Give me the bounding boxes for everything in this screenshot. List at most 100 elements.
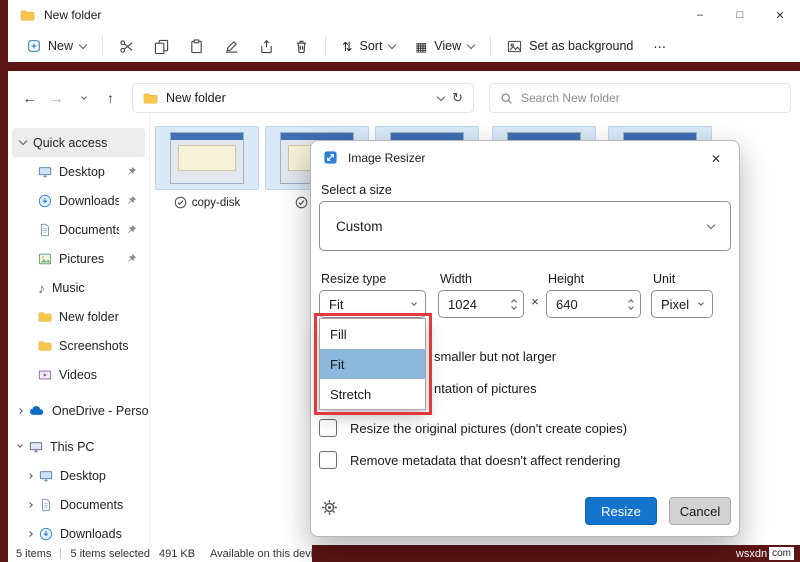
address-bar[interactable]: New folder ↻ — [132, 83, 474, 113]
file-explorer-window: New folder – □ ✕ New — [0, 0, 800, 562]
chevron-down-icon — [388, 40, 396, 48]
resize-type-select[interactable]: Fit — [319, 290, 426, 318]
toolbar-divider — [325, 36, 326, 56]
desktop-background-edge — [0, 0, 8, 562]
sidebar-item-this-pc[interactable]: This PC — [8, 432, 149, 461]
dialog-close-button[interactable]: ✕ — [701, 147, 731, 171]
view-grid-icon: ▦ — [415, 39, 427, 54]
stepper-down-icon[interactable] — [511, 304, 517, 310]
pictures-icon — [38, 252, 52, 266]
view-button[interactable]: ▦ View — [406, 34, 483, 59]
sidebar-item-documents[interactable]: Documents — [8, 215, 149, 244]
resize-original-checkbox[interactable] — [319, 419, 337, 437]
sidebar-item-videos[interactable]: Videos — [8, 360, 149, 389]
option-fit[interactable]: Fit — [320, 349, 425, 379]
downloads-icon — [38, 194, 52, 208]
sort-icon: ⇅ — [342, 39, 352, 54]
search-input[interactable] — [521, 91, 780, 105]
back-button[interactable]: ← — [16, 84, 43, 112]
trash-icon — [294, 39, 309, 54]
height-field[interactable] — [546, 290, 641, 318]
cut-button[interactable] — [110, 34, 143, 59]
new-button[interactable]: New — [18, 34, 95, 58]
times-symbol: × — [527, 294, 543, 309]
breadcrumb: New folder — [166, 91, 226, 105]
unit-select[interactable]: Pixel — [651, 290, 713, 318]
width-label: Width — [440, 272, 472, 286]
height-input[interactable] — [556, 297, 626, 312]
size-select[interactable]: Custom — [319, 201, 731, 251]
sidebar-item-onedrive[interactable]: OneDrive - Perso — [8, 396, 149, 425]
width-field[interactable] — [438, 290, 524, 318]
chevron-right-icon[interactable] — [27, 473, 33, 479]
up-button[interactable]: ↑ — [97, 84, 124, 112]
forward-button[interactable]: → — [43, 84, 70, 112]
chevron-down-icon — [698, 300, 704, 306]
file-thumbnail[interactable]: copy-disk — [155, 126, 259, 209]
dialog-title-bar: Image Resizer — [323, 150, 425, 165]
gear-icon — [321, 499, 338, 516]
folder-icon — [38, 310, 52, 324]
sidebar-item-pc-desktop[interactable]: Desktop — [8, 461, 149, 490]
paste-button[interactable] — [180, 34, 213, 59]
copy-button[interactable] — [145, 34, 178, 59]
sidebar-item-downloads[interactable]: Downloads — [8, 186, 149, 215]
set-as-background-button[interactable]: Set as background — [498, 34, 642, 59]
rename-button[interactable] — [215, 34, 248, 59]
width-stepper[interactable] — [509, 300, 519, 309]
share-button[interactable] — [250, 34, 283, 59]
recent-locations-button[interactable] — [70, 84, 97, 112]
set-as-background-label: Set as background — [529, 39, 633, 53]
check-circle-icon — [295, 196, 308, 209]
folder-icon — [20, 8, 35, 23]
chevron-right-icon[interactable] — [17, 408, 23, 414]
close-button[interactable]: ✕ — [760, 0, 800, 30]
file-name: copy-disk — [192, 197, 241, 209]
option-fill[interactable]: Fill — [320, 319, 425, 349]
new-plus-icon — [27, 39, 41, 53]
watermark: wsxdn — [736, 548, 767, 560]
chevron-down-icon — [411, 300, 417, 306]
chevron-right-icon[interactable] — [27, 502, 33, 508]
folder-icon — [143, 91, 158, 106]
selection-size: 491 KB — [159, 548, 195, 560]
search-box[interactable] — [489, 83, 791, 113]
video-icon — [38, 368, 52, 382]
music-icon: ♪ — [38, 280, 45, 296]
remove-metadata-checkbox[interactable] — [319, 451, 337, 469]
option-stretch[interactable]: Stretch — [320, 379, 425, 409]
image-resizer-icon — [323, 150, 338, 165]
remove-metadata-row: Remove metadata that doesn't affect rend… — [319, 451, 620, 469]
address-dropdown-icon[interactable] — [437, 92, 445, 100]
chevron-right-icon[interactable] — [27, 531, 33, 537]
paste-icon — [189, 39, 204, 54]
sidebar-item-pc-downloads[interactable]: Downloads — [8, 519, 149, 548]
maximize-button[interactable]: □ — [720, 0, 760, 30]
select-size-label: Select a size — [321, 183, 392, 197]
delete-button[interactable] — [285, 34, 318, 59]
more-options-button[interactable]: ⋯ — [644, 34, 675, 59]
refresh-button[interactable]: ↻ — [452, 90, 463, 106]
resize-type-value: Fit — [329, 297, 343, 312]
sort-button[interactable]: ⇅ Sort — [333, 34, 404, 59]
title-bar: New folder – □ ✕ — [8, 0, 800, 30]
width-input[interactable] — [448, 297, 509, 312]
sidebar-item-music[interactable]: ♪ Music — [8, 273, 149, 302]
settings-button[interactable] — [321, 499, 338, 516]
resize-button[interactable]: Resize — [585, 497, 657, 525]
sidebar-item-quick-access[interactable]: Quick access — [12, 128, 145, 157]
sidebar-item-new-folder[interactable]: New folder — [8, 302, 149, 331]
height-stepper[interactable] — [626, 300, 636, 309]
sidebar-item-desktop[interactable]: Desktop — [8, 157, 149, 186]
stepper-down-icon[interactable] — [628, 304, 634, 310]
cancel-button[interactable]: Cancel — [669, 497, 731, 525]
chevron-down-icon[interactable] — [17, 442, 23, 448]
desktop-background-band — [0, 62, 800, 71]
sidebar-item-pictures[interactable]: Pictures — [8, 244, 149, 273]
minimize-button[interactable]: – — [680, 0, 720, 30]
sidebar-item-pc-documents[interactable]: Documents — [8, 490, 149, 519]
chevron-down-icon — [467, 40, 475, 48]
sidebar-item-screenshots[interactable]: Screenshots — [8, 331, 149, 360]
copy-icon — [154, 39, 169, 54]
chevron-down-icon[interactable] — [19, 137, 27, 145]
